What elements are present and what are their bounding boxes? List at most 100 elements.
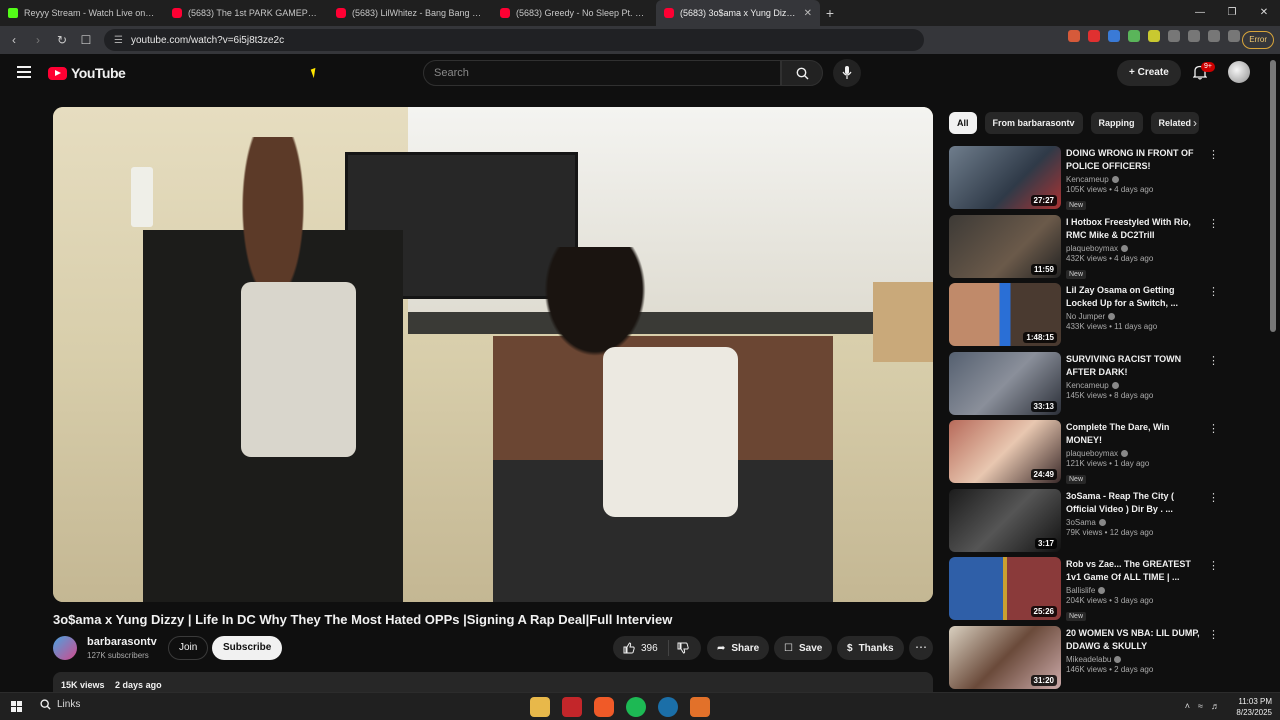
share-button[interactable]: ➦ Share bbox=[707, 636, 770, 660]
video-thumbnail[interactable]: 3:17 bbox=[949, 488, 1061, 552]
menu-icon[interactable] bbox=[17, 66, 31, 78]
channel-name[interactable]: Kencameup bbox=[1066, 381, 1206, 390]
channel-name[interactable]: No Jumper bbox=[1066, 312, 1206, 321]
chevron-up-icon[interactable]: ˄ bbox=[1185, 701, 1190, 711]
taskbar-search[interactable]: Links bbox=[40, 699, 80, 710]
app-icon[interactable] bbox=[690, 697, 710, 717]
filter-chip[interactable]: From barbarasontv bbox=[984, 112, 1083, 134]
bookmark-icon[interactable]: ☐ bbox=[76, 33, 96, 47]
video-thumbnail[interactable]: 27:27 bbox=[949, 146, 1061, 209]
channel-name[interactable]: Ballislife bbox=[1066, 586, 1206, 595]
extension-icon[interactable] bbox=[1108, 30, 1120, 42]
more-options-icon[interactable]: ⋮ bbox=[1208, 148, 1219, 161]
video-title[interactable]: I Hotbox Freestyled With Rio, RMC Mike &… bbox=[1066, 216, 1206, 242]
more-options-icon[interactable]: ⋮ bbox=[1208, 628, 1219, 641]
extension-icon[interactable] bbox=[1188, 30, 1200, 42]
video-title[interactable]: Rob vs Zae... The GREATEST 1v1 Game Of A… bbox=[1066, 558, 1206, 584]
chevron-right-icon[interactable]: › bbox=[1193, 116, 1197, 130]
restore-icon[interactable]: ❐ bbox=[1216, 0, 1248, 26]
spotify-icon[interactable] bbox=[626, 697, 646, 717]
more-actions-button[interactable]: ⋯ bbox=[909, 636, 933, 660]
video-thumbnail[interactable]: 31:20 bbox=[949, 625, 1061, 689]
join-button[interactable]: Join bbox=[168, 636, 209, 660]
search-input[interactable]: Search bbox=[423, 60, 781, 86]
file-explorer-icon[interactable] bbox=[530, 697, 550, 717]
create-button[interactable]: + Create bbox=[1117, 60, 1181, 86]
more-options-icon[interactable]: ⋮ bbox=[1208, 491, 1219, 504]
brave-browser-icon[interactable] bbox=[594, 697, 614, 717]
channel-name[interactable]: plaqueboymax bbox=[1066, 244, 1206, 253]
address-bar[interactable]: ☰ youtube.com/watch?v=6i5j8t3ze2c bbox=[104, 29, 924, 51]
channel-name[interactable]: Mikeadelabu bbox=[1066, 655, 1206, 664]
more-options-icon[interactable]: ⋮ bbox=[1208, 354, 1219, 367]
recommended-video[interactable]: 31:20 20 WOMEN VS NBA: LIL DUMP, DDAWG & … bbox=[949, 625, 1219, 695]
video-thumbnail[interactable]: 11:59 bbox=[949, 214, 1061, 278]
account-avatar[interactable] bbox=[1228, 61, 1250, 83]
forward-icon[interactable]: › bbox=[28, 33, 48, 47]
recommended-video[interactable]: 1:48:15 Lil Zay Osama on Getting Locked U… bbox=[949, 283, 1219, 352]
channel-name[interactable]: Kencameup bbox=[1066, 175, 1206, 184]
recommended-video[interactable]: 27:27 DOING WRONG IN FRONT OF POLICE OFFI… bbox=[949, 146, 1219, 215]
recommended-video[interactable]: 11:59 I Hotbox Freestyled With Rio, RMC M… bbox=[949, 214, 1219, 284]
video-player[interactable] bbox=[53, 107, 933, 602]
channel-avatar[interactable] bbox=[53, 636, 77, 660]
video-title[interactable]: DOING WRONG IN FRONT OF POLICE OFFICERS! bbox=[1066, 147, 1206, 173]
browser-tab[interactable]: (5683) Greedy - No Sleep Pt. 2 (Dir. N bbox=[492, 0, 656, 26]
puzzle-icon[interactable] bbox=[1208, 30, 1220, 42]
site-info-icon[interactable]: ☰ bbox=[114, 35, 123, 46]
dislike-button[interactable] bbox=[669, 642, 689, 654]
close-tab-icon[interactable]: ✕ bbox=[804, 8, 812, 19]
like-button[interactable]: 396 bbox=[613, 640, 669, 656]
steam-icon[interactable] bbox=[658, 697, 678, 717]
save-button[interactable]: ☐ Save bbox=[774, 636, 833, 660]
extension-icon[interactable] bbox=[1168, 30, 1180, 42]
channel-name[interactable]: plaqueboymax bbox=[1066, 449, 1206, 458]
filter-chip[interactable]: Related bbox=[1150, 112, 1200, 134]
browser-tab[interactable]: Reyyy Stream - Watch Live on Kick bbox=[0, 0, 164, 26]
browser-tab[interactable]: (5683) The 1st PARK GAMEPLAY on N bbox=[164, 0, 328, 26]
browser-tab[interactable]: (5683) 3o$ama x Yung Dizzy | ✕ bbox=[656, 0, 820, 26]
extension-icon[interactable] bbox=[1088, 30, 1100, 42]
video-thumbnail[interactable]: 33:13 bbox=[949, 351, 1061, 415]
filter-chip[interactable]: All bbox=[949, 112, 977, 134]
channel-name[interactable]: 3oSama bbox=[1066, 518, 1206, 527]
close-window-icon[interactable]: ✕ bbox=[1248, 0, 1280, 26]
thanks-button[interactable]: $ Thanks bbox=[837, 636, 904, 660]
video-title[interactable]: Complete The Dare, Win MONEY! bbox=[1066, 421, 1206, 447]
channel-name[interactable]: barbarasontv bbox=[87, 636, 157, 648]
sidebar-icon[interactable] bbox=[1228, 30, 1240, 42]
video-title[interactable]: SURVIVING RACIST TOWN AFTER DARK! bbox=[1066, 353, 1206, 379]
extension-icon[interactable] bbox=[1068, 30, 1080, 42]
error-button[interactable]: Error bbox=[1242, 31, 1274, 49]
volume-icon[interactable]: ♬ bbox=[1211, 701, 1220, 711]
browser-tab[interactable]: (5683) LilWhitez - Bang Bang Bang ( bbox=[328, 0, 492, 26]
search-button[interactable] bbox=[781, 60, 823, 86]
extension-icon[interactable] bbox=[1128, 30, 1140, 42]
voice-search-button[interactable] bbox=[833, 59, 861, 87]
reload-icon[interactable]: ↻ bbox=[52, 33, 72, 47]
video-title[interactable]: Lil Zay Osama on Getting Locked Up for a… bbox=[1066, 284, 1206, 310]
recommended-video[interactable]: 24:49 Complete The Dare, Win MONEY! plaque… bbox=[949, 420, 1219, 489]
subscribe-button[interactable]: Subscribe bbox=[212, 636, 283, 660]
recommended-video[interactable]: 3:17 3oSama - Reap The City ( Official Vi… bbox=[949, 488, 1219, 558]
minimize-icon[interactable]: — bbox=[1184, 0, 1216, 26]
filter-chip[interactable]: Rapping bbox=[1090, 112, 1143, 134]
new-tab-button[interactable]: + bbox=[820, 5, 840, 21]
more-options-icon[interactable]: ⋮ bbox=[1208, 422, 1219, 435]
youtube-logo[interactable]: YouTube bbox=[48, 65, 126, 81]
more-options-icon[interactable]: ⋮ bbox=[1208, 217, 1219, 230]
back-icon[interactable]: ‹ bbox=[4, 33, 24, 47]
more-options-icon[interactable]: ⋮ bbox=[1208, 285, 1219, 298]
extension-icon[interactable] bbox=[1148, 30, 1160, 42]
video-thumbnail[interactable]: 1:48:15 bbox=[949, 283, 1061, 346]
system-clock[interactable]: 11:03 PM 8/23/2025 bbox=[1236, 696, 1272, 718]
wifi-icon[interactable]: ≈ bbox=[1198, 701, 1203, 711]
video-thumbnail[interactable]: 25:26 bbox=[949, 557, 1061, 620]
page-scrollbar[interactable] bbox=[1270, 60, 1276, 332]
more-options-icon[interactable]: ⋮ bbox=[1208, 559, 1219, 572]
app-icon[interactable] bbox=[562, 697, 582, 717]
recommended-video[interactable]: 33:13 SURVIVING RACIST TOWN AFTER DARK! Ke… bbox=[949, 351, 1219, 421]
video-thumbnail[interactable]: 24:49 bbox=[949, 420, 1061, 483]
recommended-video[interactable]: 25:26 Rob vs Zae... The GREATEST 1v1 Game… bbox=[949, 557, 1219, 626]
windows-start-icon[interactable] bbox=[11, 701, 22, 712]
